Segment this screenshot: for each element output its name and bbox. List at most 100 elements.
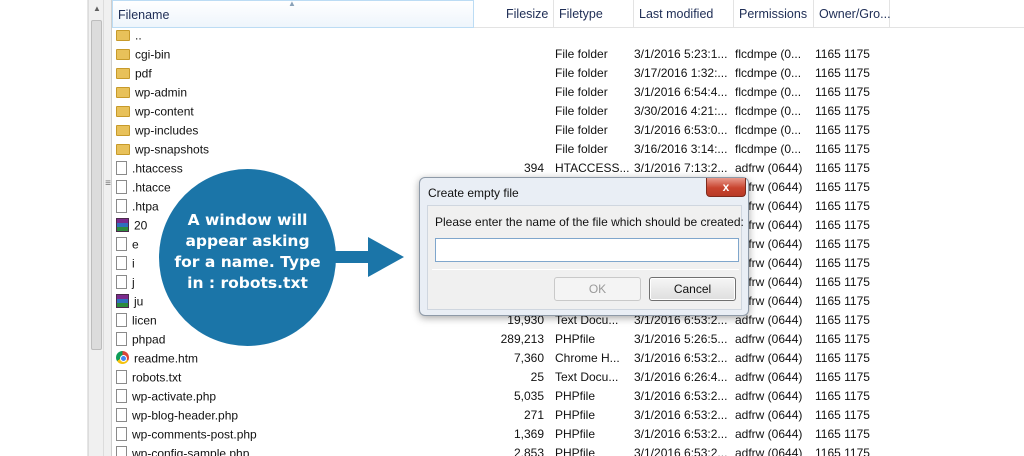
last-modified-cell: 3/17/2016 1:32:... (634, 66, 728, 80)
column-header-row: Filename ▲ Filesize Filetype Last modifi… (112, 0, 1024, 28)
owner-group-cell: 1165 1175 (815, 351, 870, 365)
chrome-icon (116, 351, 129, 365)
filename-text: wp-comments-post.php (132, 427, 257, 442)
ok-button[interactable]: OK (554, 277, 641, 301)
owner-group-cell: 1165 1175 (815, 142, 870, 156)
column-header-filesize[interactable]: Filesize (474, 0, 554, 28)
table-row[interactable]: wp-activate.php 5,035 PHPfile 3/1/2016 6:53… (112, 387, 1024, 406)
filename-text: wp-blog-header.php (132, 408, 239, 423)
filename-text: .htpa (132, 199, 159, 214)
owner-group-cell: 1165 1175 (815, 313, 870, 327)
last-modified-cell: 3/30/2016 4:21:... (634, 104, 728, 118)
tutorial-callout: A window will appear asking for a name. … (159, 169, 336, 346)
owner-group-cell: 1165 1175 (815, 256, 870, 270)
table-row[interactable]: wp-comments-post.php 1,369 PHPfile 3/1/2016… (112, 425, 1024, 444)
table-row[interactable]: wp-snapshots File folder 3/16/2016 3:14:..… (112, 140, 1024, 159)
filetype-cell: PHPfile (555, 332, 596, 346)
owner-group-cell: 1165 1175 (815, 294, 870, 308)
owner-group-cell: 1165 1175 (815, 180, 870, 194)
owner-group-cell: 1165 1175 (815, 66, 870, 80)
folder-icon (116, 30, 130, 42)
folder-icon (116, 144, 130, 156)
filetype-cell: Text Docu... (555, 370, 619, 384)
column-header-filetype-label: Filetype (559, 7, 603, 21)
filename-text: 20 (134, 218, 148, 233)
last-modified-cell: 3/1/2016 6:54:4... (634, 85, 728, 99)
filename-text: cgi-bin (135, 47, 171, 62)
last-modified-cell: 3/1/2016 7:13:2... (634, 161, 728, 175)
pane-splitter[interactable]: ≡ (104, 0, 112, 456)
file-icon (116, 198, 127, 213)
folder-icon (116, 49, 130, 61)
table-row[interactable]: cgi-bin File folder 3/1/2016 5:23:1... flcd… (112, 45, 1024, 64)
column-header-filename[interactable]: Filename ▲ (112, 0, 474, 28)
cancel-button[interactable]: Cancel (649, 277, 736, 301)
permissions-cell: adfrw (0644) (735, 351, 803, 365)
owner-group-cell: 1165 1175 (815, 237, 870, 251)
table-row[interactable]: wp-blog-header.php 271 PHPfile 3/1/2016 6:5… (112, 406, 1024, 425)
owner-group-cell: 1165 1175 (815, 332, 870, 346)
column-header-filetype[interactable]: Filetype (554, 0, 634, 28)
table-row[interactable]: wp-includes File folder 3/1/2016 6:53:0...… (112, 121, 1024, 140)
file-icon (116, 160, 127, 175)
table-row[interactable]: pdf File folder 3/17/2016 1:32:... flcdmpe … (112, 64, 1024, 83)
permissions-cell (735, 26, 813, 45)
column-header-permissions[interactable]: Permissions (734, 0, 814, 28)
filesize-cell (474, 26, 544, 45)
column-header-last-modified[interactable]: Last modified (634, 0, 734, 28)
dialog-divider (432, 269, 739, 270)
filename-text: phpad (132, 332, 166, 347)
arrow-right-icon (320, 237, 404, 277)
folder-icon (116, 125, 130, 137)
table-row[interactable]: wp-admin File folder 3/1/2016 6:54:4... flc… (112, 83, 1024, 102)
filename-cell: readme.htm (116, 349, 471, 368)
file-icon (116, 445, 127, 456)
filename-text: wp-content (135, 104, 194, 119)
table-row[interactable]: readme.htm 7,360 Chrome H... 3/1/2016 6:53:… (112, 349, 1024, 368)
file-icon (116, 331, 127, 346)
filetype-cell: Chrome H... (555, 351, 620, 365)
scrollbar-thumb[interactable] (91, 20, 102, 350)
directory-tree-pane[interactable] (0, 0, 88, 456)
callout-text: A window will appear asking for a name. … (174, 210, 321, 292)
cancel-button-label: Cancel (673, 282, 712, 296)
dialog-title: Create empty file (428, 186, 519, 200)
grip-icon: ≡ (105, 178, 111, 189)
owner-group-cell: 1165 1175 (815, 408, 870, 422)
column-header-filesize-label: Filesize (506, 7, 549, 21)
filename-text: readme.htm (134, 351, 199, 366)
filename-cell: wp-config-sample.php (116, 444, 471, 456)
tree-scrollbar[interactable]: ▲ (88, 0, 104, 456)
table-row[interactable]: robots.txt 25 Text Docu... 3/1/2016 6:26:4.… (112, 368, 1024, 387)
filename-text: i (132, 256, 135, 271)
table-row[interactable]: wp-content File folder 3/30/2016 4:21:... f… (112, 102, 1024, 121)
column-header-owner-group[interactable]: Owner/Gro... (814, 0, 891, 28)
filetype-cell: PHPfile (555, 389, 596, 403)
filesize-cell: 271 (523, 408, 544, 422)
filetype-cell: File folder (555, 66, 608, 80)
owner-group-cell: 1165 1175 (815, 85, 870, 99)
table-row[interactable]: .. (112, 26, 1024, 45)
last-modified-cell: 3/1/2016 6:53:2... (634, 446, 728, 456)
folder-icon (116, 87, 130, 99)
file-icon (116, 407, 127, 422)
permissions-cell: flcdmpe (0... (735, 123, 802, 137)
filename-text: wp-config-sample.php (132, 446, 250, 456)
filename-text: wp-admin (135, 85, 188, 100)
filename-text: .htacce (132, 180, 171, 195)
close-icon: x (722, 180, 730, 194)
filetype-cell: File folder (555, 47, 608, 61)
owner-group-cell: 1165 1175 (815, 370, 870, 384)
filetype-cell: File folder (555, 104, 608, 118)
filesize-cell (474, 45, 544, 64)
filename-cell: wp-snapshots (116, 140, 471, 159)
filename-prompt-label: Please enter the name of the file which … (435, 215, 744, 229)
file-icon (116, 369, 127, 384)
close-button[interactable]: x (706, 178, 746, 197)
owner-group-cell: 1165 1175 (815, 446, 870, 456)
table-row[interactable]: wp-config-sample.php 2,853 PHPfile 3/1/2016… (112, 444, 1024, 456)
scroll-up-arrow-icon[interactable]: ▲ (89, 2, 105, 16)
filename-cell: wp-blog-header.php (116, 406, 471, 425)
last-modified-cell: 3/1/2016 5:26:5... (634, 332, 728, 346)
filename-input[interactable] (435, 238, 739, 262)
